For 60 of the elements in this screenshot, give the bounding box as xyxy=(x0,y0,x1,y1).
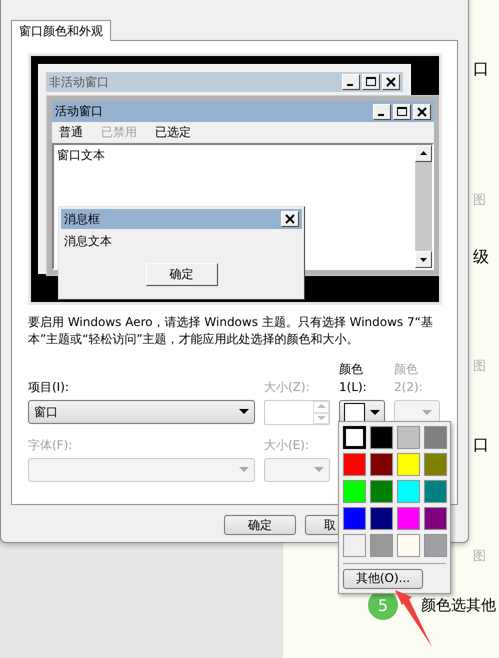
page-text: 图 xyxy=(473,548,487,566)
window-title: 非活动窗口 xyxy=(49,74,109,90)
field-label: 颜色 1(L): xyxy=(339,361,368,396)
field-label: 项目(I): xyxy=(28,379,70,396)
font-dropdown[interactable] xyxy=(28,458,255,482)
color-swatch[interactable] xyxy=(343,507,366,530)
maximize-icon xyxy=(393,104,411,120)
window-title: 活动窗口 xyxy=(55,103,103,120)
color-swatch[interactable] xyxy=(370,480,393,503)
color-swatch[interactable] xyxy=(397,480,420,503)
color-swatch[interactable] xyxy=(424,507,447,530)
caret-icon xyxy=(370,410,380,416)
caret-icon xyxy=(314,467,324,473)
caret-icon xyxy=(239,467,249,473)
color-swatch[interactable] xyxy=(397,507,420,530)
minimize-icon xyxy=(342,74,360,90)
dialog-button[interactable]: 确定 xyxy=(224,515,296,535)
window-text: 窗口文本 xyxy=(56,147,105,163)
message-text: 消息文本 xyxy=(63,233,113,250)
maximize-icon xyxy=(362,74,380,90)
page-text: 图 xyxy=(473,192,487,210)
color-swatch[interactable] xyxy=(370,507,393,530)
close-icon xyxy=(382,74,400,90)
caret-icon xyxy=(239,409,249,415)
step-text: 颜色选其他 xyxy=(421,596,496,614)
field-label: 字体(F): xyxy=(28,437,74,454)
caret-icon xyxy=(422,410,432,416)
menu-item: 已禁用 xyxy=(101,124,137,141)
color-swatch[interactable] xyxy=(343,534,366,557)
size-spinner[interactable] xyxy=(264,400,330,425)
color-swatch[interactable] xyxy=(424,534,447,557)
color-swatch[interactable] xyxy=(424,480,447,503)
field-label: 大小(E): xyxy=(264,437,310,454)
close-icon xyxy=(281,211,299,227)
font-size-dropdown[interactable] xyxy=(264,458,330,482)
page-text: 口 xyxy=(473,436,490,454)
color-swatch[interactable] xyxy=(397,534,420,557)
description-text: 要启用 Windows Aero，请选择 Windows 主题。只有选择 Windows 7“基本”主题或“轻松访问”主题，才能应用此处选择的颜色和大小。 xyxy=(28,314,434,348)
color-swatch[interactable] xyxy=(424,426,447,449)
color-swatch[interactable] xyxy=(343,426,366,449)
color-swatch[interactable] xyxy=(370,534,393,557)
color-swatch[interactable] xyxy=(343,453,366,476)
page-text: 口 xyxy=(473,60,490,78)
color-swatch[interactable] xyxy=(370,453,393,476)
field-label: 颜色 2(2): xyxy=(394,361,424,396)
close-icon xyxy=(413,104,431,120)
item-dropdown[interactable]: 窗口 xyxy=(28,400,255,424)
color-swatch[interactable] xyxy=(370,426,393,449)
page-text: 图 xyxy=(473,358,487,376)
minimize-icon xyxy=(373,104,391,120)
color-swatch[interactable] xyxy=(343,480,366,503)
field-label: 大小(Z): xyxy=(264,379,311,396)
other-colors-button[interactable]: 其他(O)... xyxy=(343,568,423,589)
color-swatch[interactable] xyxy=(424,453,447,476)
ok-button[interactable]: 确定 xyxy=(146,263,218,286)
window-title: 消息框 xyxy=(64,210,100,228)
tab[interactable]: 窗口颜色和外观 xyxy=(11,20,111,41)
color-swatch[interactable] xyxy=(397,426,420,449)
page-text: 级 xyxy=(473,248,490,266)
color-swatch[interactable] xyxy=(397,453,420,476)
